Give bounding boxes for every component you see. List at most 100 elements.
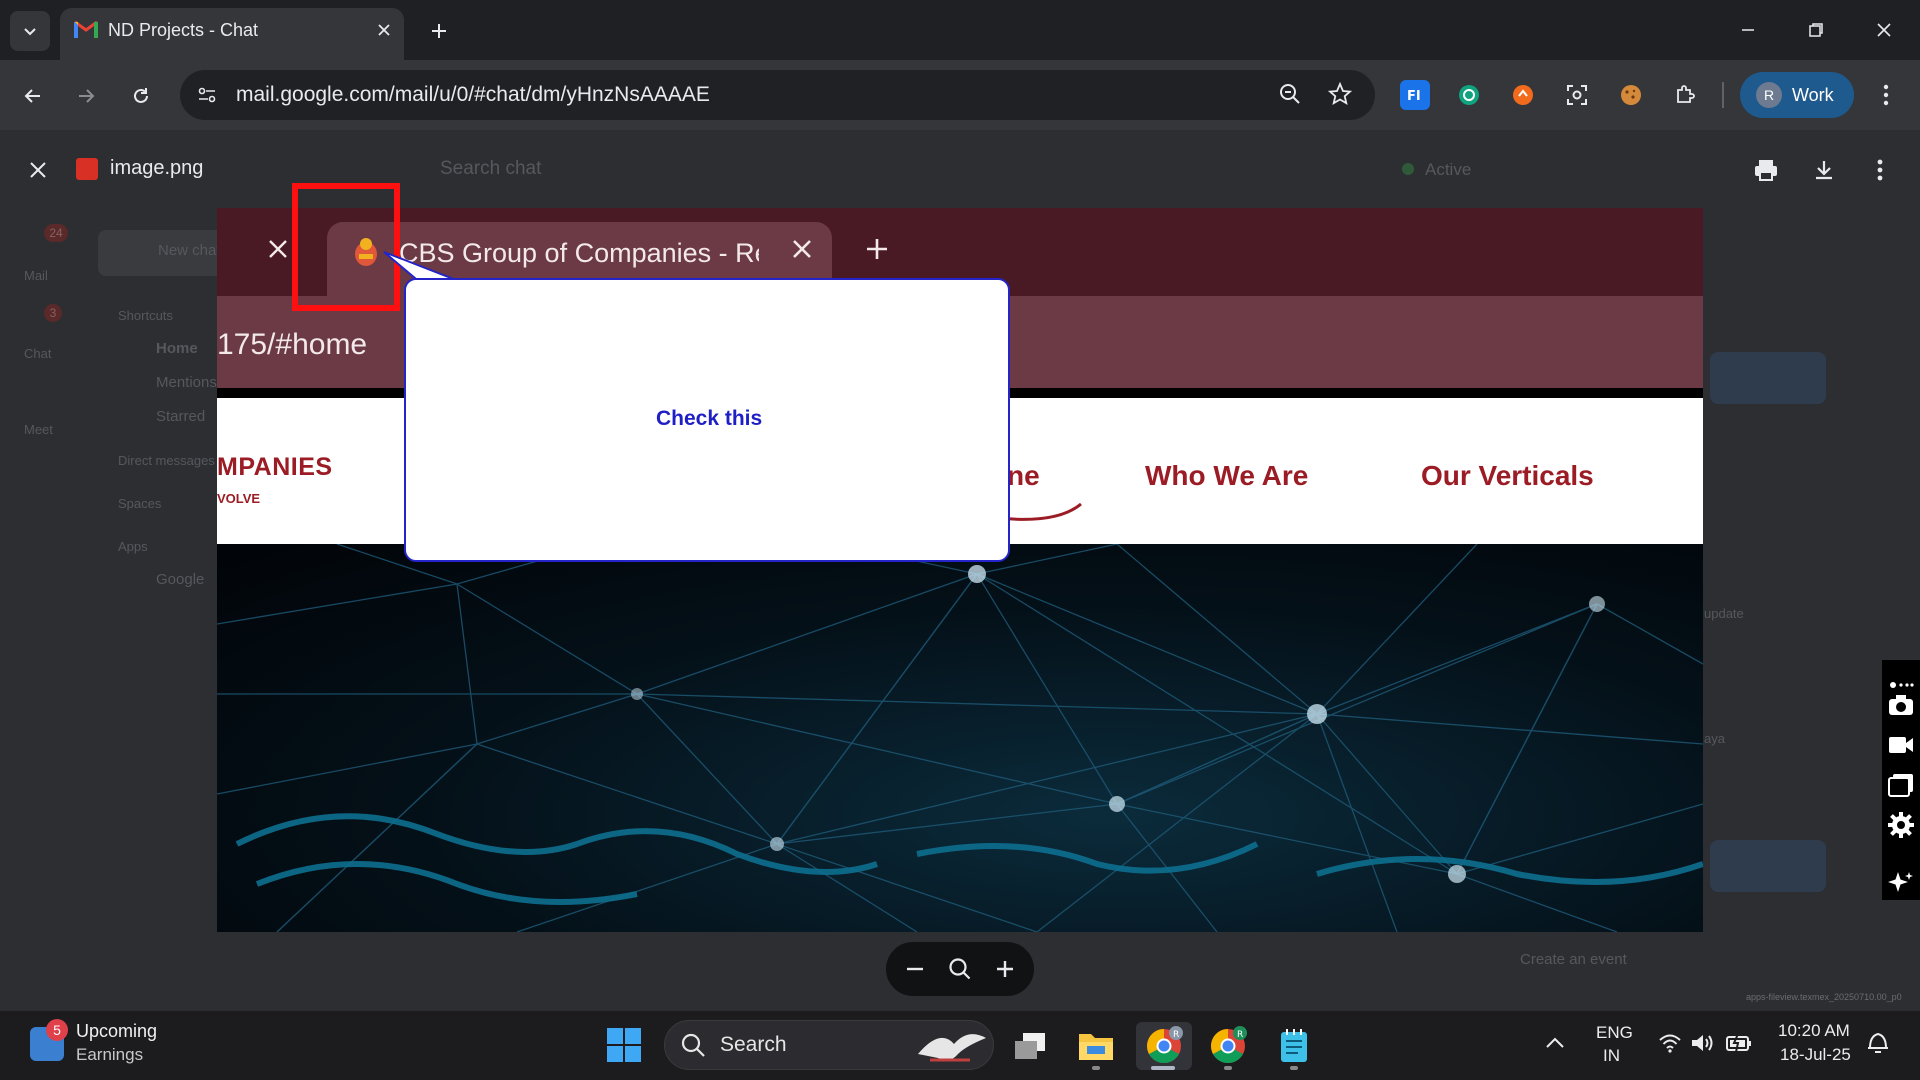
record-video-button[interactable] <box>1884 728 1918 762</box>
file-explorer-button[interactable] <box>1072 1022 1120 1070</box>
back-button[interactable] <box>15 78 51 114</box>
apps-google-item[interactable]: Google <box>156 571 204 588</box>
search-icon <box>680 1032 706 1058</box>
kebab-menu-icon <box>1883 84 1889 106</box>
chevron-up-icon <box>1546 1037 1564 1048</box>
input-region[interactable]: IN <box>1603 1046 1620 1066</box>
nav-mentions[interactable]: Mentions <box>156 374 217 391</box>
nav-home[interactable]: Home <box>156 340 198 357</box>
extensions-puzzle-icon[interactable] <box>1670 80 1700 110</box>
update-label: update <box>1704 606 1744 621</box>
capture-screenshot-button[interactable] <box>1884 688 1918 722</box>
sparkle-icon <box>1888 872 1913 892</box>
close-window-button[interactable] <box>1864 12 1904 48</box>
chrome-icon: R <box>1211 1026 1247 1063</box>
rail-meet[interactable]: Meet <box>24 422 53 437</box>
create-event-link[interactable]: Create an event <box>1520 951 1627 968</box>
windows-logo-icon <box>607 1028 641 1062</box>
zoom-in-button[interactable] <box>994 958 1016 980</box>
widget-title[interactable]: Upcoming <box>76 1021 157 1042</box>
arrow-left-icon <box>24 89 40 103</box>
new-tab-button[interactable] <box>424 16 454 46</box>
print-button[interactable] <box>1748 152 1784 188</box>
tray-overflow-button[interactable] <box>1544 1034 1566 1052</box>
taskbar-search-label: Search <box>720 1033 787 1056</box>
start-button[interactable] <box>606 1027 642 1063</box>
screenshot-nav-home: ne <box>1007 460 1040 491</box>
zoom-icon[interactable] <box>1278 82 1302 106</box>
zoom-reset-button[interactable] <box>947 956 973 982</box>
nav-starred[interactable]: Starred <box>156 408 205 425</box>
section-direct-messages[interactable]: Direct messages <box>118 453 215 468</box>
screenshot-nav-our-verticals: Our Verticals <box>1421 460 1594 491</box>
print-icon <box>1755 160 1777 181</box>
chrome-second-profile-button[interactable]: R <box>1204 1022 1252 1070</box>
extension-screenshot-icon[interactable] <box>1562 80 1592 110</box>
section-apps[interactable]: Apps <box>118 539 148 554</box>
task-view-icon <box>1015 1033 1045 1059</box>
status-active[interactable]: Active <box>1425 160 1471 180</box>
minimize-button[interactable] <box>1728 12 1768 48</box>
nav-underline <box>997 498 1087 522</box>
input-language[interactable]: ENG <box>1596 1023 1633 1043</box>
download-button[interactable] <box>1806 152 1842 188</box>
zoom-out-button[interactable] <box>904 958 926 980</box>
chrome-work-button[interactable]: R <box>1136 1022 1192 1070</box>
search-highlight-bird-icon <box>910 1024 990 1066</box>
notifications-button[interactable] <box>1866 1030 1890 1056</box>
running-indicator <box>1224 1066 1232 1070</box>
reload-button[interactable] <box>123 78 159 114</box>
clock-date[interactable]: 18-Jul-25 <box>1780 1045 1851 1065</box>
screenshot-logo-tagline: VOLVE <box>217 491 261 506</box>
build-label: apps-fileview.texmex_20250710.00_p0 <box>1746 992 1902 1002</box>
folder-icon <box>1079 1034 1113 1060</box>
settings-button[interactable] <box>1884 808 1918 842</box>
zoom-controls <box>886 942 1034 996</box>
notification-bell-icon <box>1868 1032 1888 1053</box>
extension-chatgpt-icon[interactable] <box>1454 80 1484 110</box>
rail-chat[interactable]: Chat <box>24 346 51 361</box>
section-spaces[interactable]: Spaces <box>118 496 161 511</box>
volume-icon[interactable] <box>1690 1033 1716 1053</box>
plus-icon <box>865 237 889 261</box>
active-indicator <box>1151 1066 1175 1070</box>
ai-sparkle-button[interactable] <box>1884 866 1918 900</box>
wifi-icon[interactable] <box>1658 1033 1682 1053</box>
camera-icon <box>1889 695 1913 715</box>
avatar: R <box>1756 82 1782 108</box>
video-camera-icon <box>1889 737 1913 753</box>
notepad-button[interactable] <box>1270 1022 1318 1070</box>
clock-time[interactable]: 10:20 AM <box>1778 1021 1850 1041</box>
close-icon <box>267 238 289 260</box>
chat-search-input[interactable]: Search chat <box>440 158 541 180</box>
address-url[interactable]: mail.google.com/mail/u/0/#chat/dm/yHnzNs… <box>236 83 710 107</box>
chevron-down-icon <box>24 28 36 36</box>
viewer-more-button[interactable] <box>1862 152 1898 188</box>
window-capture-button[interactable] <box>1884 768 1918 802</box>
extension-orange-icon[interactable] <box>1508 80 1538 110</box>
battery-charging-icon[interactable] <box>1726 1034 1752 1052</box>
shortcuts-heading: Shortcuts <box>118 308 173 323</box>
browser-menu-button[interactable] <box>1876 80 1896 110</box>
minus-icon <box>907 967 924 971</box>
close-icon <box>791 238 813 260</box>
viewer-close-button[interactable] <box>22 154 54 186</box>
chrome-icon: R <box>1147 1026 1183 1063</box>
forward-button[interactable] <box>68 78 104 114</box>
bookmark-star-icon[interactable] <box>1328 82 1352 106</box>
background-panel-block <box>1710 352 1826 404</box>
site-info-icon[interactable] <box>196 84 218 106</box>
extension-fi-icon[interactable]: FI <box>1400 80 1430 110</box>
extension-cookie-icon[interactable] <box>1616 80 1646 110</box>
tab-search-button[interactable] <box>10 11 50 51</box>
file-name: image.png <box>110 157 204 179</box>
rail-mail[interactable]: Mail <box>24 268 48 283</box>
restore-button[interactable] <box>1796 12 1836 48</box>
task-view-button[interactable] <box>1006 1022 1054 1070</box>
screenshot-url: 175/#home <box>217 328 368 361</box>
tab-close-button[interactable] <box>372 18 396 42</box>
screenshot-logo-text: MPANIES <box>217 453 333 481</box>
widget-subtitle[interactable]: Earnings <box>76 1045 143 1065</box>
screenshot-nav-who-we-are: Who We Are <box>1145 460 1309 491</box>
profile-button[interactable]: R Work <box>1740 72 1854 118</box>
